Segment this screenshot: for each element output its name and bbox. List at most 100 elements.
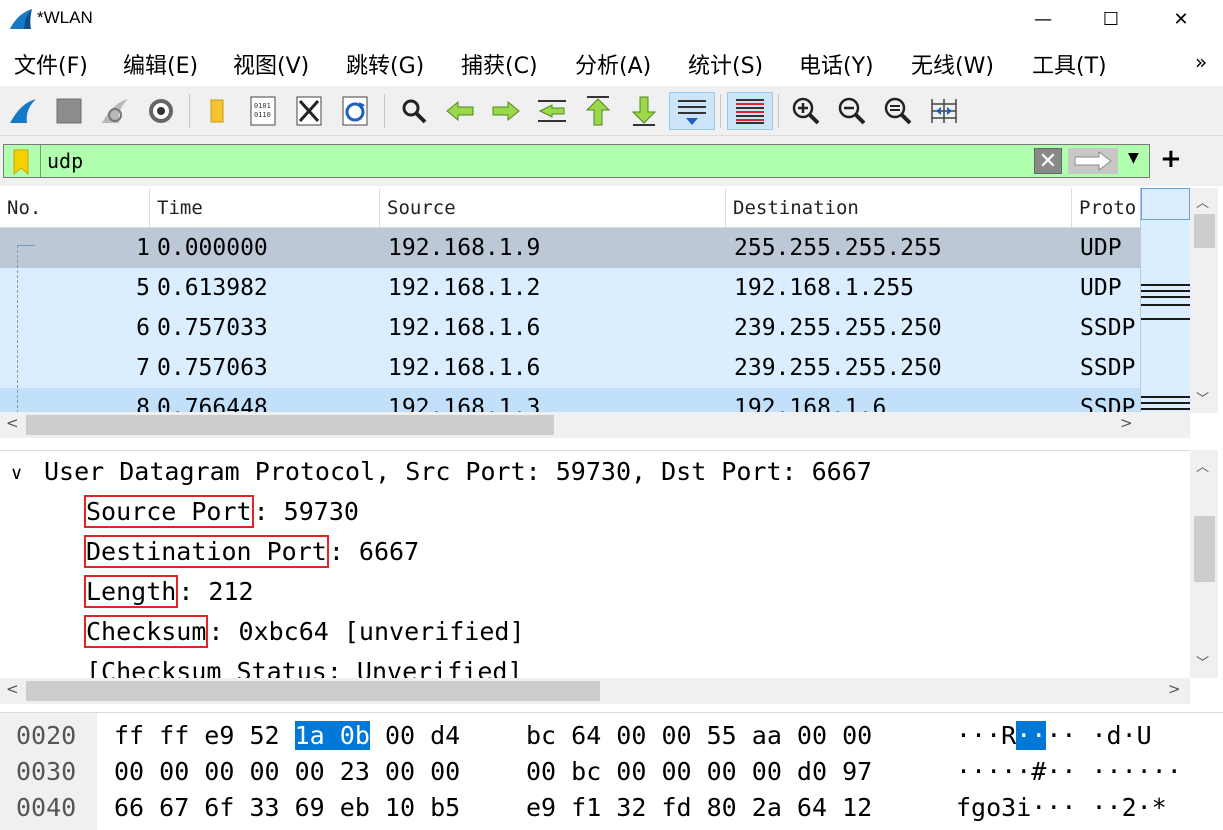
hex-bytes-row[interactable]: 00 00 00 00 00 23 00 00	[114, 757, 460, 786]
packet-list-hscrollbar[interactable]: < >	[0, 412, 1190, 438]
last-packet-icon	[631, 96, 657, 126]
menu-capture[interactable]: 捕获(C)	[461, 48, 538, 80]
udp-tree-header[interactable]: User Datagram Protocol, Src Port: 59730,…	[44, 457, 872, 486]
menu-wireless[interactable]: 无线(W)	[911, 48, 994, 80]
minimize-button[interactable]: —	[1008, 0, 1078, 38]
details-vscrollbar[interactable]: ︿ ﹀	[1190, 450, 1218, 678]
cell-no: 8	[136, 395, 150, 413]
auto-scroll-button[interactable]	[669, 92, 715, 130]
packet-list: No. Time Source Destination Proto 1 0.00…	[0, 188, 1190, 413]
restart-capture-icon	[102, 99, 128, 123]
resize-columns-button[interactable]	[925, 92, 963, 130]
add-filter-button-icon[interactable]: +	[1160, 144, 1182, 174]
menu-overflow-icon[interactable]: »	[1195, 50, 1207, 74]
chevron-down-icon[interactable]: ∨	[10, 463, 23, 484]
shark-fin-start-icon	[10, 99, 36, 123]
scroll-right-icon[interactable]: >	[1120, 414, 1133, 432]
colorize-button[interactable]	[727, 92, 773, 130]
display-filter-input[interactable]	[40, 145, 1030, 177]
menu-telephony[interactable]: 电话(Y)	[799, 48, 874, 80]
field-checksum[interactable]: Checksum: 0xbc64 [unverified]	[84, 615, 525, 648]
column-header-protocol[interactable]: Proto	[1072, 188, 1140, 228]
field-value: : 59730	[253, 497, 359, 526]
cell-time: 0.766448	[157, 395, 268, 413]
scroll-thumb[interactable]	[26, 415, 554, 435]
save-file-button[interactable]: 0101 0110	[244, 92, 282, 130]
reload-file-icon	[342, 96, 368, 126]
packet-minimap[interactable]	[1140, 188, 1190, 413]
capture-options-button[interactable]	[142, 92, 180, 130]
column-header-destination[interactable]: Destination	[726, 188, 1072, 228]
stop-capture-button[interactable]	[50, 92, 88, 130]
ascii-bytes-row[interactable]: ·····#·· ······	[956, 757, 1182, 786]
menu-statistics[interactable]: 统计(S)	[688, 48, 763, 80]
details-hscrollbar[interactable]: < >	[0, 678, 1190, 704]
bookmark-icon[interactable]	[10, 149, 32, 175]
window-title: *WLAN	[37, 8, 93, 27]
field-checksum-status[interactable]: [Checksum Status: Unverified]	[86, 657, 523, 678]
restart-capture-button[interactable]	[96, 92, 134, 130]
hex-bytes-row[interactable]: ff ff e9 52 1a 0b 00 d4	[114, 721, 460, 750]
ascii-bytes-row[interactable]: ···R···· ·d·U	[956, 721, 1152, 750]
table-row[interactable]: 7 0.757063 192.168.1.6 239.255.255.250 S…	[0, 348, 1140, 388]
first-packet-button[interactable]	[579, 92, 617, 130]
close-button[interactable]: ✕	[1146, 0, 1216, 38]
menu-tools[interactable]: 工具(T)	[1032, 48, 1107, 80]
column-header-source[interactable]: Source	[380, 188, 726, 228]
menu-edit[interactable]: 编辑(E)	[123, 48, 198, 80]
field-length[interactable]: Length: 212	[84, 575, 254, 608]
related-packet-line	[17, 245, 18, 413]
ascii-bytes-row[interactable]: fgo3i··· ··2·*	[956, 793, 1167, 822]
field-name: Checksum	[84, 615, 209, 648]
table-row[interactable]: 8 0.766448 192.168.1.3 192.168.1.6 SSDP	[0, 388, 1140, 413]
open-file-button[interactable]	[198, 92, 236, 130]
menu-analyze[interactable]: 分析(A)	[575, 48, 651, 80]
scroll-up-icon[interactable]: ︿	[1196, 456, 1209, 475]
menu-file[interactable]: 文件(F)	[14, 48, 88, 80]
close-file-button[interactable]	[290, 92, 328, 130]
packet-list-vscrollbar[interactable]: ︿ ﹀	[1190, 188, 1218, 413]
cell-no: 5	[136, 275, 150, 301]
chevron-down-icon[interactable]: ▼	[1128, 150, 1139, 166]
scroll-down-icon[interactable]: ﹀	[1196, 652, 1209, 671]
column-header-no[interactable]: No.	[0, 188, 150, 228]
field-destination-port[interactable]: Destination Port: 6667	[84, 535, 419, 568]
find-packet-button[interactable]	[395, 92, 433, 130]
field-source-port[interactable]: Source Port: 59730	[84, 495, 359, 528]
toolbar-separator	[384, 94, 385, 128]
scroll-thumb[interactable]	[26, 681, 600, 701]
menu-view[interactable]: 视图(V)	[233, 48, 309, 80]
scroll-down-icon[interactable]: ﹀	[1196, 388, 1209, 407]
scroll-thumb[interactable]	[1194, 516, 1215, 582]
scroll-up-icon[interactable]: ︿	[1196, 192, 1209, 211]
cell-time: 0.757033	[157, 315, 268, 341]
hex-bytes-row[interactable]: e9 f1 32 fd 80 2a 64 12	[526, 793, 872, 822]
hex-bytes-row[interactable]: 66 67 6f 33 69 eb 10 b5	[114, 793, 460, 822]
zoom-in-button[interactable]	[787, 92, 825, 130]
go-to-packet-button[interactable]	[533, 92, 571, 130]
field-name: [Checksum Status: Unverified]	[86, 657, 523, 678]
table-row[interactable]: 1 0.000000 192.168.1.9 255.255.255.255 U…	[0, 228, 1140, 268]
apply-filter-button[interactable]	[1068, 148, 1118, 174]
clear-filter-icon[interactable]: ✕	[1034, 148, 1062, 174]
scroll-right-icon[interactable]: >	[1168, 680, 1181, 698]
go-back-button[interactable]	[441, 92, 479, 130]
cell-time: 0.757063	[157, 355, 268, 381]
scroll-thumb[interactable]	[1194, 214, 1215, 248]
column-header-time[interactable]: Time	[150, 188, 380, 228]
menu-go[interactable]: 跳转(G)	[346, 48, 424, 80]
last-packet-button[interactable]	[625, 92, 663, 130]
maximize-button[interactable]: ☐	[1076, 0, 1146, 38]
zoom-normal-button[interactable]	[879, 92, 917, 130]
reload-file-button[interactable]	[336, 92, 374, 130]
start-capture-button[interactable]	[4, 92, 42, 130]
hex-bytes-row[interactable]: 00 bc 00 00 00 00 d0 97	[526, 757, 872, 786]
zoom-out-button[interactable]	[833, 92, 871, 130]
minimap-mark	[1141, 318, 1190, 320]
hex-bytes-row[interactable]: bc 64 00 00 55 aa 00 00	[526, 721, 872, 750]
go-forward-button[interactable]	[487, 92, 525, 130]
table-row[interactable]: 5 0.613982 192.168.1.2 192.168.1.255 UDP	[0, 268, 1140, 308]
table-row[interactable]: 6 0.757033 192.168.1.6 239.255.255.250 S…	[0, 308, 1140, 348]
scroll-left-icon[interactable]: <	[6, 414, 19, 432]
scroll-left-icon[interactable]: <	[6, 680, 19, 698]
